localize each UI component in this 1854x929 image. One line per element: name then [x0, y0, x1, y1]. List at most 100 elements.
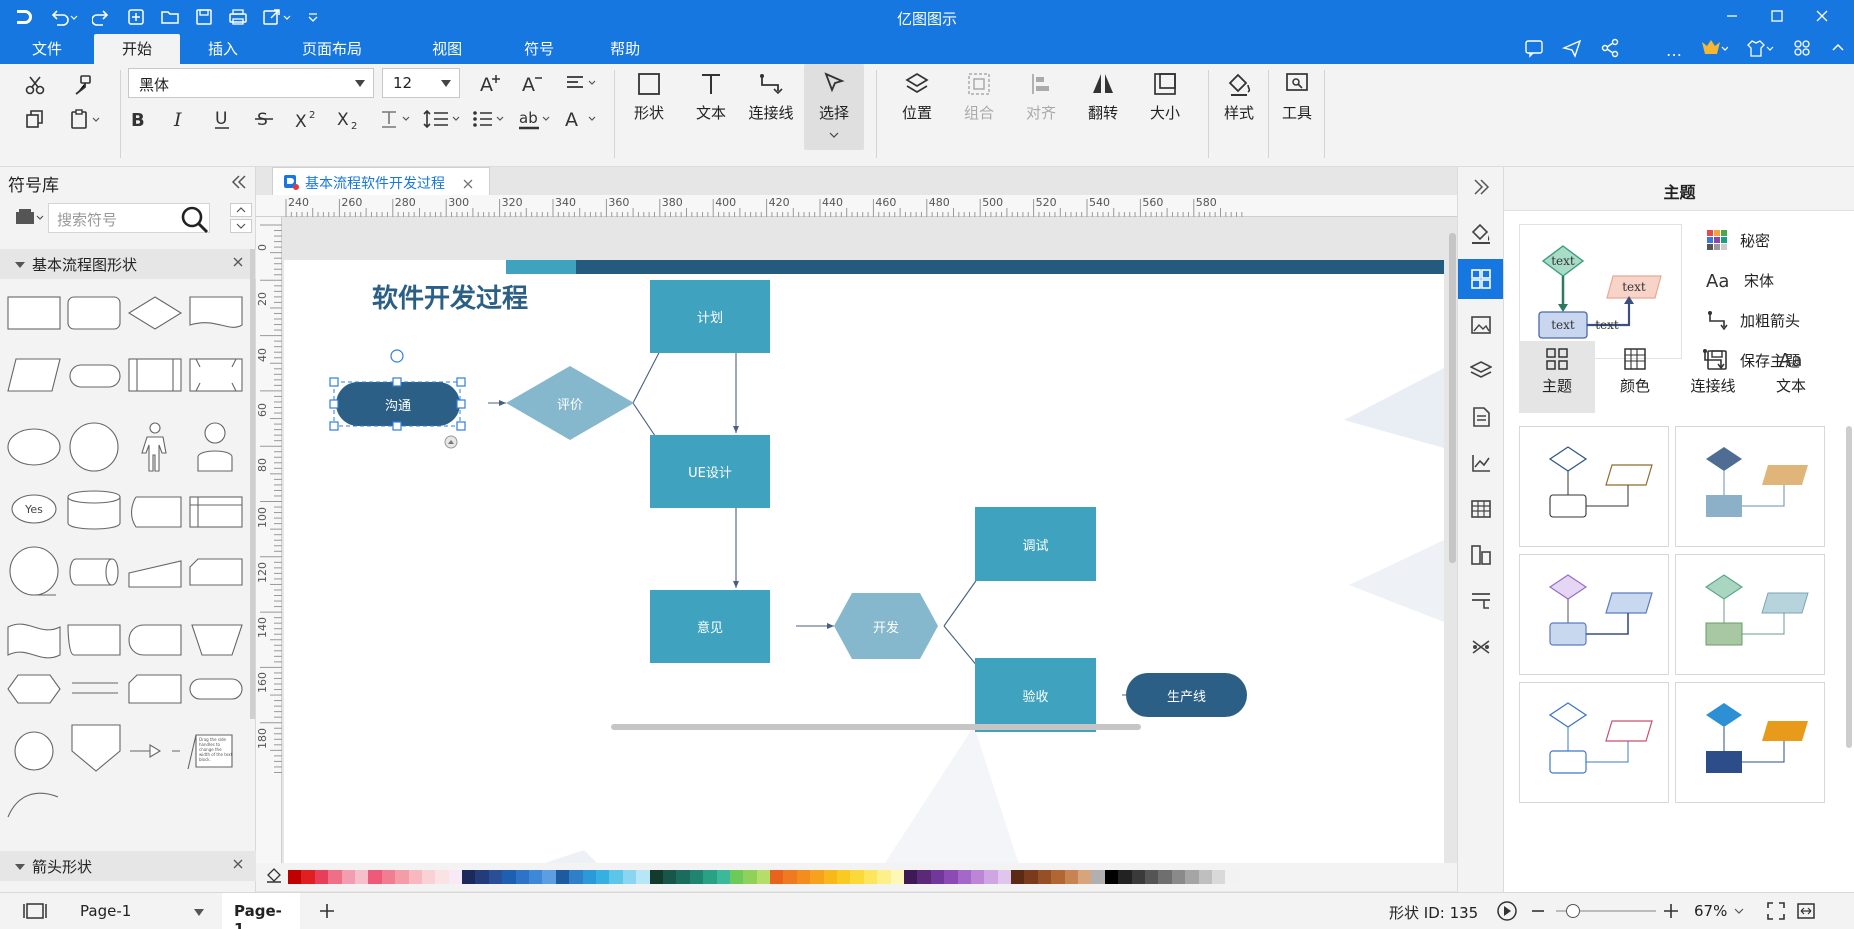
theme-card-2[interactable]	[1675, 426, 1825, 547]
color-swatch[interactable]	[917, 870, 931, 884]
theme-tab-connector[interactable]: 连接线	[1675, 341, 1751, 413]
color-swatch[interactable]	[890, 870, 904, 884]
menu-file[interactable]: 文件	[0, 34, 94, 64]
app-logo-icon[interactable]	[14, 7, 34, 27]
shape-parallel-mode[interactable]	[72, 682, 118, 694]
menu-symbol[interactable]: 符号	[496, 34, 582, 64]
underline-icon[interactable]: U	[208, 104, 236, 134]
color-swatch[interactable]	[1011, 870, 1025, 884]
bullets-icon[interactable]	[470, 104, 510, 134]
shape-display[interactable]	[128, 624, 182, 656]
library-manager-icon[interactable]	[14, 207, 44, 231]
symbol-scrollbar[interactable]	[250, 249, 255, 719]
node-ue-design[interactable]: UE设计	[650, 435, 770, 508]
menu-help[interactable]: 帮助	[582, 34, 668, 64]
color-swatch[interactable]	[381, 870, 396, 884]
send-icon[interactable]	[1561, 38, 1582, 62]
shape-alternate-process[interactable]	[67, 296, 121, 330]
save-icon[interactable]	[194, 7, 214, 27]
line-spacing-icon[interactable]	[420, 104, 466, 134]
zoom-slider-thumb[interactable]	[1566, 904, 1580, 918]
color-swatch[interactable]	[823, 870, 838, 884]
comment-icon[interactable]	[1524, 38, 1544, 62]
color-swatch[interactable]	[1051, 870, 1065, 884]
shape-terminator[interactable]	[69, 364, 121, 388]
organization-icon[interactable]	[1458, 535, 1504, 575]
color-swatch[interactable]	[529, 870, 543, 884]
paste-icon[interactable]	[66, 104, 106, 134]
resize-handle-e[interactable]	[456, 399, 466, 409]
color-swatch[interactable]	[1185, 870, 1199, 884]
node-production[interactable]: 生产线	[1126, 673, 1247, 717]
resize-handle-nw[interactable]	[329, 377, 339, 387]
more-icon[interactable]: …	[1666, 41, 1682, 60]
fill-icon[interactable]	[1458, 213, 1504, 253]
size-icon[interactable]	[1148, 68, 1182, 100]
color-swatch[interactable]	[569, 870, 583, 884]
color-swatch[interactable]	[1171, 870, 1186, 884]
menu-page-layout[interactable]: 页面布局	[266, 34, 398, 64]
color-swatch[interactable]	[475, 870, 489, 884]
collapse-panel-icon[interactable]	[230, 173, 248, 195]
color-swatch[interactable]	[997, 870, 1012, 884]
node-feedback[interactable]: 意见	[650, 590, 770, 663]
fullscreen-icon[interactable]	[1796, 901, 1816, 925]
shape-delay[interactable]	[67, 624, 121, 656]
theme-card-4[interactable]	[1675, 554, 1825, 675]
theme-card-1[interactable]	[1519, 426, 1669, 547]
zoom-out-icon[interactable]	[1530, 902, 1546, 924]
shape-actor[interactable]	[141, 422, 167, 472]
color-swatch[interactable]	[622, 870, 637, 884]
shape-arrow-line[interactable]	[130, 744, 180, 758]
shape-database[interactable]	[67, 490, 121, 530]
color-swatch[interactable]	[930, 870, 945, 884]
color-swatch[interactable]	[354, 870, 369, 884]
color-swatch[interactable]	[435, 870, 449, 884]
theme-card-5[interactable]	[1519, 682, 1669, 803]
color-swatch[interactable]	[1131, 870, 1145, 884]
shape-punched-tape[interactable]	[7, 623, 61, 659]
color-swatch[interactable]	[1225, 870, 1239, 884]
color-swatch[interactable]	[957, 870, 971, 884]
text-style-icon[interactable]	[376, 104, 416, 134]
color-swatch[interactable]	[341, 870, 355, 884]
color-swatch[interactable]	[837, 870, 851, 884]
shape-sequential-data[interactable]	[9, 546, 59, 596]
resize-handle-se[interactable]	[456, 421, 466, 431]
color-swatch[interactable]	[288, 870, 302, 884]
shape-rounded-rect[interactable]	[189, 678, 243, 700]
menu-home[interactable]: 开始	[94, 34, 181, 64]
shape-preparation[interactable]	[7, 674, 61, 704]
color-swatch[interactable]	[328, 870, 342, 884]
shape-off-page-reference[interactable]	[71, 724, 121, 772]
shape-manual-operation[interactable]	[191, 624, 243, 656]
superscript-icon[interactable]: X2	[292, 104, 322, 134]
shape-connector[interactable]	[14, 731, 54, 771]
color-swatch[interactable]	[595, 870, 610, 884]
zoom-dropdown-icon[interactable]	[1734, 904, 1744, 920]
scroll-up-icon[interactable]	[230, 203, 252, 217]
add-page-icon[interactable]	[318, 902, 336, 924]
color-swatch[interactable]	[662, 870, 677, 884]
theme-tab-text[interactable]: Aa 文本	[1753, 341, 1829, 413]
color-swatch[interactable]	[1198, 870, 1212, 884]
color-swatch[interactable]	[970, 870, 985, 884]
decrease-font-icon[interactable]: A	[518, 68, 548, 98]
shape-document[interactable]	[189, 296, 243, 328]
color-swatch[interactable]	[1104, 870, 1119, 884]
color-swatch[interactable]	[582, 870, 596, 884]
group-icon[interactable]	[962, 68, 996, 100]
resize-handle-ne[interactable]	[456, 377, 466, 387]
color-swatch[interactable]	[1024, 870, 1038, 884]
color-swatch[interactable]	[609, 870, 623, 884]
shape-icon[interactable]	[632, 68, 666, 100]
collapse-ribbon-icon[interactable]	[1830, 38, 1846, 62]
node-plan[interactable]: 计划	[650, 280, 770, 353]
italic-icon[interactable]: I	[166, 104, 194, 134]
shape-button-label[interactable]: 形状	[614, 102, 684, 123]
font-name-select[interactable]: 黑体	[128, 68, 374, 98]
color-swatch[interactable]	[703, 870, 717, 884]
color-swatch[interactable]	[515, 870, 530, 884]
resize-handle-s[interactable]	[392, 421, 402, 431]
copy-icon[interactable]	[20, 104, 50, 134]
